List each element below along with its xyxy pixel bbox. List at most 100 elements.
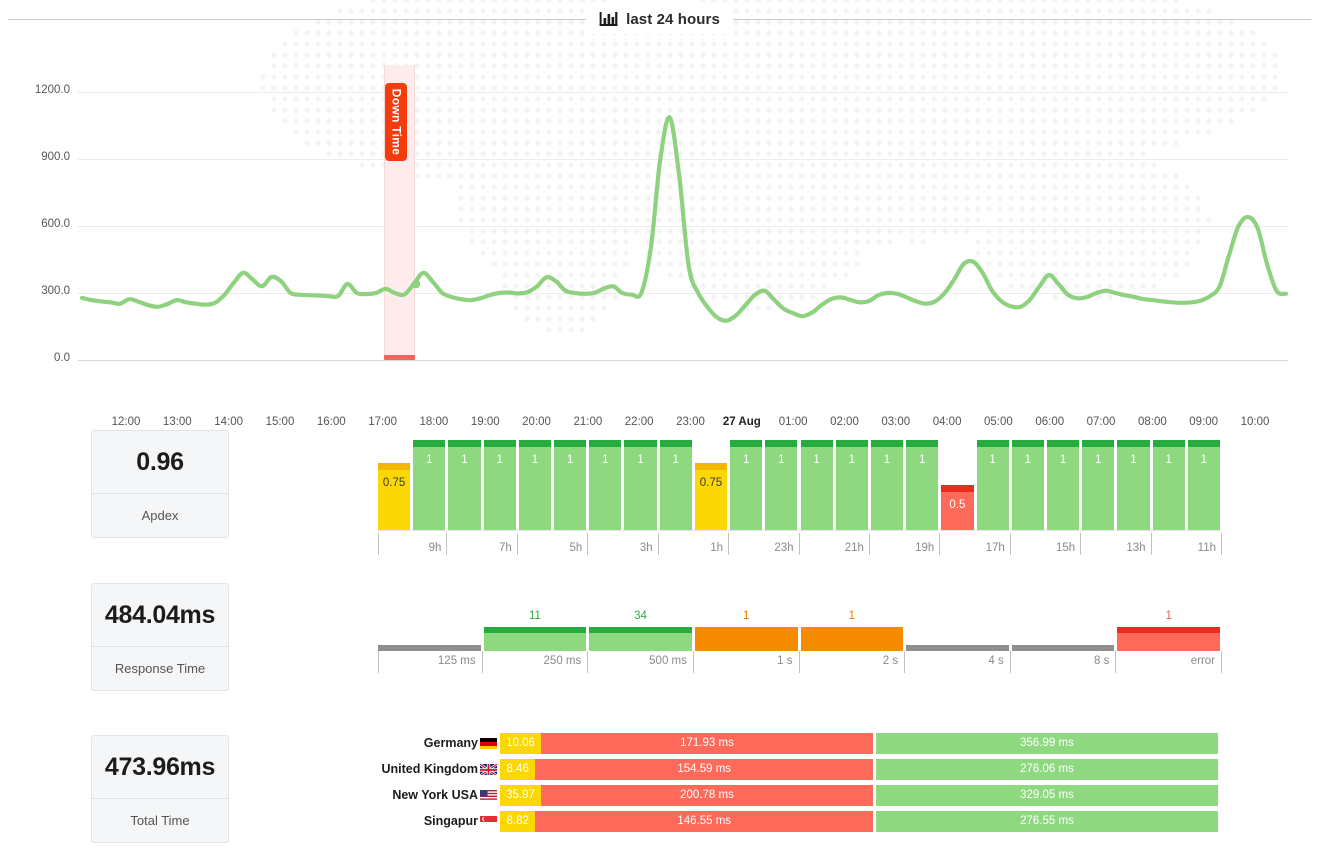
apdex-bar-cap <box>730 440 763 447</box>
country-name: United Kingdom <box>381 762 478 776</box>
histogram-bar-value: 11 <box>528 610 541 622</box>
apdex-bar[interactable]: 1 <box>448 440 481 530</box>
apdex-bar-cap <box>835 440 868 447</box>
apdex-axis-tick-label: 11h <box>1197 542 1216 554</box>
apdex-axis-tick-label: 5h <box>569 542 583 554</box>
country-row[interactable]: Germany 10.06 171.93 ms 356.99 ms <box>378 733 1220 754</box>
apdex-bar-value: 1 <box>531 454 539 466</box>
apdex-bar-cap <box>1187 440 1220 447</box>
apdex-axis-tick <box>1009 533 1011 555</box>
apdex-bar[interactable]: 0.75 <box>378 462 411 530</box>
country-flag-icon <box>480 737 497 749</box>
apdex-bar[interactable]: 1 <box>518 440 552 530</box>
histogram-empty-bucket <box>378 645 481 651</box>
histogram-axis-tick-label: 8 s <box>1094 655 1110 667</box>
apdex-bar-cap <box>976 440 1009 447</box>
apdex-bar-value: 1 <box>637 454 644 466</box>
apdex-bar[interactable]: 1 <box>1152 440 1185 530</box>
histogram-bar-cap <box>1117 627 1220 633</box>
response-time-histogram: 125 ms 11 250 ms 34 500 ms 1 1 s 1 2 s 4 s 8 s 1 err… <box>378 605 1222 675</box>
apdex-axis-tick-label: 23h <box>774 542 794 554</box>
histogram-empty-bucket <box>1011 645 1115 651</box>
apdex-bar-cap <box>941 485 974 492</box>
histogram-axis-tick-label: 2 s <box>882 655 899 667</box>
apdex-bar[interactable]: 1 <box>483 440 516 530</box>
histogram-axis-tick <box>1221 651 1222 673</box>
apdex-baseline <box>378 530 1220 531</box>
bar-chart-icon <box>599 11 618 27</box>
apdex-axis-tick-label: 13h <box>1126 542 1146 554</box>
apdex-bar-cap <box>448 440 481 447</box>
apdex-bar[interactable]: 1 <box>835 440 868 530</box>
histogram-bar[interactable]: 1 <box>1117 610 1220 651</box>
histogram-bar[interactable]: 11 <box>483 610 587 651</box>
apdex-axis-tick-label: 7h <box>499 542 512 554</box>
apdex-bar[interactable]: 0.75 <box>694 462 728 530</box>
apdex-bar[interactable]: 1 <box>1187 440 1220 530</box>
apdex-bar-value: 1 <box>813 454 820 466</box>
country-flag-icon <box>480 789 497 801</box>
apdex-bar-value: 1 <box>778 454 785 466</box>
apdex-bar-cap <box>870 440 904 447</box>
apdex-axis-tick-label: 19h <box>915 542 935 554</box>
histogram-bar-value: 1 <box>742 610 750 622</box>
response-time-card[interactable]: 484.04ms Response Time <box>91 583 229 691</box>
apdex-bar[interactable]: 1 <box>870 440 904 530</box>
histogram-axis-tick-label: 250 ms <box>543 655 582 667</box>
country-row[interactable]: United Kingdom 8.46 154.59 ms 276.06 ms <box>378 759 1220 780</box>
apdex-bar-value: 1 <box>1200 454 1208 466</box>
apdex-bar-value: 1 <box>883 454 891 466</box>
chart-header: last 24 hours <box>0 0 1319 40</box>
apdex-bar-cap <box>589 440 622 447</box>
histogram-axis-tick-label: 125 ms <box>437 655 476 667</box>
apdex-bar[interactable]: 1 <box>906 440 939 530</box>
apdex-bar[interactable]: 1 <box>659 440 692 530</box>
country-connect-segment: 8.46 <box>500 759 536 780</box>
apdex-bar[interactable]: 1 <box>800 440 833 530</box>
apdex-bar-cap <box>1082 440 1115 447</box>
histogram-axis-tick <box>378 651 379 673</box>
country-request-segment: 154.59 ms <box>535 759 873 780</box>
histogram-axis-tick-label: 4 s <box>988 655 1004 667</box>
apdex-axis-tick-label: 15h <box>1055 542 1076 554</box>
country-latency-list: Germany 10.06 171.93 ms 356.99 ms United Kin… <box>378 733 1220 843</box>
apdex-bar[interactable]: 1 <box>1011 440 1044 530</box>
apdex-bar-cap <box>765 440 798 447</box>
histogram-axis-tick <box>587 651 589 673</box>
histogram-axis-tick <box>904 651 906 673</box>
histogram-bar-value: 1 <box>848 610 856 622</box>
apdex-bar-value: 0.75 <box>699 476 723 489</box>
apdex-bar[interactable]: 1 <box>765 440 798 530</box>
apdex-bar-cap <box>1011 440 1044 447</box>
apdex-card[interactable]: 0.96 Apdex <box>91 430 229 538</box>
apdex-axis-tick <box>446 533 448 555</box>
apdex-axis-tick <box>516 533 518 555</box>
histogram-axis-tick <box>692 651 694 673</box>
histogram-bar[interactable]: 1 <box>694 610 798 651</box>
apdex-bar[interactable]: 1 <box>554 440 587 530</box>
apdex-bar-value: 1 <box>848 454 855 466</box>
apdex-bar-value: 0.5 <box>949 499 966 511</box>
country-row[interactable]: New York USA 35.97 200.78 ms 329.05 ms <box>378 785 1220 806</box>
apdex-bar[interactable]: 1 <box>624 440 657 530</box>
country-row[interactable]: Singapur 8.82 146.55 ms 276.55 ms <box>378 811 1220 832</box>
apdex-bar[interactable]: 1 <box>976 440 1009 530</box>
apdex-bar[interactable]: 1 <box>1082 440 1115 530</box>
apdex-bar-value: 1 <box>742 454 750 466</box>
histogram-bar-cap <box>694 627 798 633</box>
apdex-bar-value: 1 <box>566 454 574 466</box>
histogram-bar[interactable]: 1 <box>800 610 904 651</box>
apdex-bar[interactable]: 1 <box>1046 440 1080 530</box>
apdex-bar[interactable]: 1 <box>589 440 622 530</box>
apdex-bar[interactable]: 0.5 <box>941 485 974 530</box>
apdex-bar[interactable]: 1 <box>730 440 763 530</box>
apdex-bar[interactable]: 1 <box>413 440 446 530</box>
country-connect-segment: 8.82 <box>500 811 536 832</box>
apdex-axis-tick <box>1221 533 1222 555</box>
country-name: Germany <box>423 736 478 750</box>
apdex-bar-value: 1 <box>426 454 433 466</box>
histogram-bar[interactable]: 34 <box>589 610 692 651</box>
total-time-card[interactable]: 473.96ms Total Time <box>91 735 229 843</box>
apdex-bar[interactable]: 1 <box>1117 440 1150 530</box>
histogram-axis-tick <box>798 651 800 673</box>
